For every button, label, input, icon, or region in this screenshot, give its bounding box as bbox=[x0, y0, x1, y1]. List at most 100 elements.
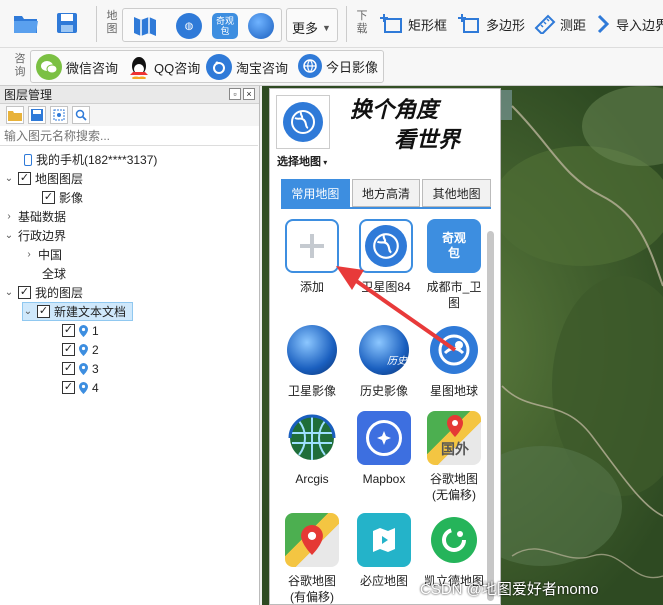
tab-other-maps[interactable]: 其他地图 bbox=[422, 179, 492, 207]
wechat-icon bbox=[36, 54, 62, 80]
taobao-consult-label: 淘宝咨询 bbox=[236, 60, 289, 76]
taobao-icon bbox=[206, 54, 232, 80]
tab-local-hd[interactable]: 地方高清 bbox=[351, 179, 421, 207]
more-button[interactable]: 更多 ▼ bbox=[292, 18, 331, 37]
layer-panel-header: 图层管理 ▫ × bbox=[0, 86, 259, 104]
foreign-icon-text: 国外 bbox=[441, 441, 469, 457]
tree-node-phone[interactable]: 我的手机(182****3137) bbox=[24, 150, 157, 169]
search-icon[interactable] bbox=[72, 106, 90, 124]
tree-label-point: 3 bbox=[92, 361, 99, 376]
chevron-down-icon[interactable]: ⌄ bbox=[4, 230, 14, 241]
tree-node-point[interactable]: ✓ 1 bbox=[62, 321, 99, 340]
checkbox-point[interactable]: ✓ bbox=[62, 381, 75, 394]
map-tile-label: 谷歌地图 (有偏移) bbox=[287, 574, 336, 604]
wechat-consult-button[interactable]: 微信咨询 bbox=[36, 54, 118, 80]
tab-common-maps[interactable]: 常用地图 bbox=[281, 179, 350, 207]
save-layer-icon[interactable] bbox=[28, 106, 46, 124]
import-label: 导入边界 bbox=[616, 17, 663, 33]
tree-label-my-layers: 我的图层 bbox=[35, 286, 84, 300]
chevron-right-icon[interactable]: › bbox=[24, 249, 34, 260]
location-pin-icon bbox=[79, 343, 88, 356]
globe-icon bbox=[283, 102, 323, 142]
consult-group-label: 咨询 bbox=[14, 53, 26, 78]
tree-node-new-text-doc[interactable]: ⌄ ✓ 新建文本文档 bbox=[22, 302, 134, 321]
map-tile-chengdu[interactable]: 奇观 包 成都市_卫 图 bbox=[418, 219, 490, 311]
close-icon[interactable]: × bbox=[243, 88, 255, 100]
tree-node-admin-boundary[interactable]: ⌄ 行政边界 bbox=[4, 226, 66, 245]
slogan: 换个角度 看世界 bbox=[350, 95, 460, 155]
location-pin-icon bbox=[79, 324, 88, 337]
google-earth-toolbar-icon[interactable] bbox=[246, 12, 276, 40]
chevron-down-icon[interactable]: ⌄ bbox=[4, 173, 14, 184]
chevron-down-icon[interactable]: ⌄ bbox=[23, 306, 33, 317]
checkbox-point[interactable]: ✓ bbox=[62, 324, 75, 337]
history-icon-text: 历史 bbox=[387, 356, 407, 367]
google-map-foreign-icon: 国外 bbox=[427, 411, 481, 465]
tree-label-map-layers: 地图图层 bbox=[35, 172, 84, 186]
tree-node-map-layers[interactable]: ⌄ ✓ 地图图层 bbox=[4, 169, 83, 188]
save-icon[interactable] bbox=[54, 10, 80, 36]
tree-node-global[interactable]: 全球 bbox=[42, 264, 66, 283]
tree-node-my-layers[interactable]: ⌄ ✓ 我的图层 bbox=[4, 283, 83, 302]
slogan-line-1: 换个角度 bbox=[350, 97, 439, 123]
globe-toolbar-icon[interactable]: ◍ bbox=[174, 12, 204, 40]
careland-icon bbox=[427, 513, 481, 567]
google-earth-icon bbox=[285, 323, 339, 377]
open-folder-icon[interactable] bbox=[12, 10, 40, 36]
map-tile-arcgis[interactable]: Arcgis bbox=[276, 411, 348, 487]
rect-select-button[interactable]: 矩形框 bbox=[380, 14, 447, 34]
map-tile-label: 卫星影像 bbox=[287, 384, 336, 398]
measure-button[interactable]: 测距 bbox=[534, 14, 586, 34]
layer-panel: 图层管理 ▫ × 我的手机(182****3137) ⌄ ✓ 地图图层 ✓ 影像… bbox=[0, 86, 260, 605]
map-tile-bing[interactable]: 必应地图 bbox=[348, 513, 420, 589]
tree-label-china: 中国 bbox=[38, 248, 63, 262]
tree-node-point[interactable]: ✓ 3 bbox=[62, 359, 99, 378]
checkbox-map-layers[interactable]: ✓ bbox=[18, 172, 31, 185]
tree-node-point[interactable]: ✓ 2 bbox=[62, 340, 99, 359]
polygon-select-button[interactable]: 多边形 bbox=[458, 14, 525, 34]
phone-icon bbox=[24, 153, 32, 166]
checkbox-my-layers[interactable]: ✓ bbox=[18, 286, 31, 299]
map-tile-icon[interactable] bbox=[130, 12, 160, 40]
map-tile-add[interactable]: 添加 bbox=[276, 219, 348, 295]
consult-toolbar: 咨询 微信咨询 QQ咨询 淘宝咨询 今日影像 bbox=[0, 48, 663, 86]
today-imagery-label: 今日影像 bbox=[326, 59, 379, 75]
taobao-consult-button[interactable]: 淘宝咨询 bbox=[206, 54, 288, 80]
tree-label-point: 4 bbox=[92, 380, 99, 395]
open-layer-icon[interactable] bbox=[6, 106, 24, 124]
tree-label-admin-boundary: 行政边界 bbox=[18, 229, 67, 243]
tree-node-point[interactable]: ✓ 4 bbox=[62, 378, 99, 397]
map-tile-label: 历史影像 bbox=[359, 384, 408, 398]
tree-node-basic-data[interactable]: › 基础数据 bbox=[4, 207, 66, 226]
map-tile-geovis[interactable]: 星图地球 bbox=[418, 323, 490, 399]
import-boundary-button[interactable]: 导入边界 bbox=[596, 14, 663, 34]
select-layer-icon[interactable] bbox=[50, 106, 68, 124]
tree-label-phone: 我的手机(182****3137) bbox=[36, 153, 158, 167]
checkbox-new-text-doc[interactable]: ✓ bbox=[37, 305, 50, 318]
checkbox-point[interactable]: ✓ bbox=[62, 343, 75, 356]
layer-search-input[interactable] bbox=[0, 126, 258, 146]
today-imagery-button[interactable]: 今日影像 bbox=[298, 54, 378, 78]
map-tile-history-imagery[interactable]: 历史 历史影像 bbox=[348, 323, 420, 399]
location-pin-icon bbox=[79, 362, 88, 375]
map-tile-label: 成都市_卫 图 bbox=[426, 280, 482, 310]
select-map-label[interactable]: 选择地图 ▾ bbox=[277, 153, 327, 169]
tree-node-imagery[interactable]: ✓ 影像 bbox=[42, 188, 83, 207]
chevron-right-icon[interactable]: › bbox=[4, 211, 14, 222]
chevron-down-icon[interactable]: ⌄ bbox=[4, 287, 14, 298]
checkbox-imagery[interactable]: ✓ bbox=[42, 191, 55, 204]
float-panel-icon[interactable]: ▫ bbox=[229, 88, 241, 100]
map-tile-google-foreign[interactable]: 国外 谷歌地图 (无偏移) bbox=[418, 411, 490, 503]
map-tile-google-offset[interactable]: 谷歌地图 (有偏移) bbox=[276, 513, 348, 605]
tree-node-china[interactable]: › 中国 bbox=[24, 245, 62, 264]
select-map-button[interactable] bbox=[276, 95, 330, 149]
map-tile-satellite-imagery[interactable]: 卫星影像 bbox=[276, 323, 348, 399]
checkbox-point[interactable]: ✓ bbox=[62, 362, 75, 375]
qq-consult-button[interactable]: QQ咨询 bbox=[128, 54, 200, 80]
qiguan-package-toolbar-icon[interactable]: 奇观 包 bbox=[210, 12, 240, 40]
map-tile-mapbox[interactable]: Mapbox bbox=[348, 411, 420, 487]
globe-icon bbox=[359, 219, 413, 273]
polygon-select-label: 多边形 bbox=[486, 17, 526, 33]
chevron-down-icon: ▼ bbox=[322, 22, 331, 33]
map-tile-satellite84[interactable]: 卫星图84 bbox=[350, 219, 422, 295]
